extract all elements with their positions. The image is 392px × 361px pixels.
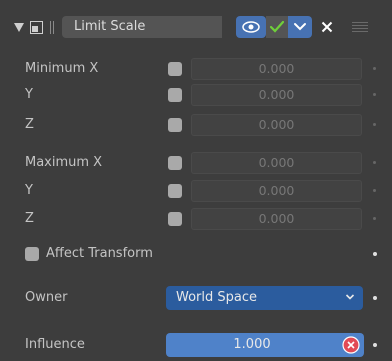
minimum-x-row: Minimum X 0.000 (0, 58, 392, 80)
remove-icon (342, 336, 360, 354)
delete-constraint-button[interactable] (316, 16, 338, 38)
minimum-z-field[interactable]: 0.000 (191, 114, 362, 136)
animate-property-icon[interactable] (373, 123, 376, 126)
maximum-z-label: Z (25, 211, 34, 226)
constraint-header: Limit Scale (10, 14, 390, 40)
animate-property-icon[interactable] (373, 217, 376, 220)
limit-scale-constraint-panel: Limit Scale Minimum X 0.000 Y 0.000 Z 0.… (0, 0, 392, 361)
close-icon (321, 21, 333, 33)
minimum-z-label: Z (25, 117, 34, 132)
affect-transform-label: Affect Transform (46, 246, 153, 261)
constraint-menu-button[interactable] (288, 16, 312, 38)
animate-property-icon[interactable] (373, 189, 376, 192)
animate-property-icon[interactable] (373, 296, 377, 300)
maximum-x-label: Maximum X (25, 155, 103, 170)
maximum-z-row: Z 0.000 (0, 208, 392, 230)
use-min-z-checkbox[interactable] (168, 118, 182, 132)
minimum-y-label: Y (25, 87, 33, 102)
use-max-y-checkbox[interactable] (168, 184, 182, 198)
chevron-down-icon (294, 23, 306, 31)
owner-space-select[interactable]: World Space (166, 286, 363, 310)
minimum-y-row: Y 0.000 (0, 84, 392, 106)
animate-property-icon[interactable] (373, 252, 377, 256)
eye-icon (242, 21, 260, 33)
toggle-visibility-button[interactable] (236, 16, 266, 38)
use-max-x-checkbox[interactable] (168, 156, 182, 170)
limit-scale-constraint-icon (30, 20, 44, 34)
animate-property-icon[interactable] (373, 343, 377, 347)
maximum-x-field[interactable]: 0.000 (191, 152, 362, 174)
animate-property-icon[interactable] (373, 93, 376, 96)
influence-slider[interactable]: 1.000 (166, 333, 338, 357)
panel-grip-icon[interactable] (352, 22, 368, 32)
drag-handle-icon[interactable] (50, 20, 54, 34)
use-min-y-checkbox[interactable] (168, 88, 182, 102)
maximum-y-field[interactable]: 0.000 (191, 180, 362, 202)
owner-label: Owner (25, 290, 68, 305)
use-max-z-checkbox[interactable] (168, 212, 182, 226)
maximum-y-row: Y 0.000 (0, 180, 392, 202)
animate-property-icon[interactable] (373, 161, 376, 164)
constraint-name-field[interactable]: Limit Scale (62, 16, 222, 38)
collapse-triangle-icon[interactable] (14, 22, 24, 32)
animate-property-icon[interactable] (373, 67, 376, 70)
minimum-x-label: Minimum X (25, 61, 99, 76)
use-min-x-checkbox[interactable] (168, 62, 182, 76)
influence-label: Influence (25, 337, 85, 352)
disable-keep-transform-button[interactable] (338, 333, 364, 357)
owner-space-value: World Space (176, 290, 258, 305)
minimum-y-field[interactable]: 0.000 (191, 84, 362, 106)
minimum-z-row: Z 0.000 (0, 114, 392, 136)
maximum-x-row: Maximum X 0.000 (0, 152, 392, 174)
affect-transform-checkbox[interactable] (25, 247, 39, 261)
maximum-z-field[interactable]: 0.000 (191, 208, 362, 230)
check-icon (269, 20, 285, 33)
chevron-down-icon (345, 286, 355, 310)
maximum-y-label: Y (25, 183, 33, 198)
minimum-x-field[interactable]: 0.000 (191, 58, 362, 80)
apply-button[interactable] (266, 16, 288, 38)
